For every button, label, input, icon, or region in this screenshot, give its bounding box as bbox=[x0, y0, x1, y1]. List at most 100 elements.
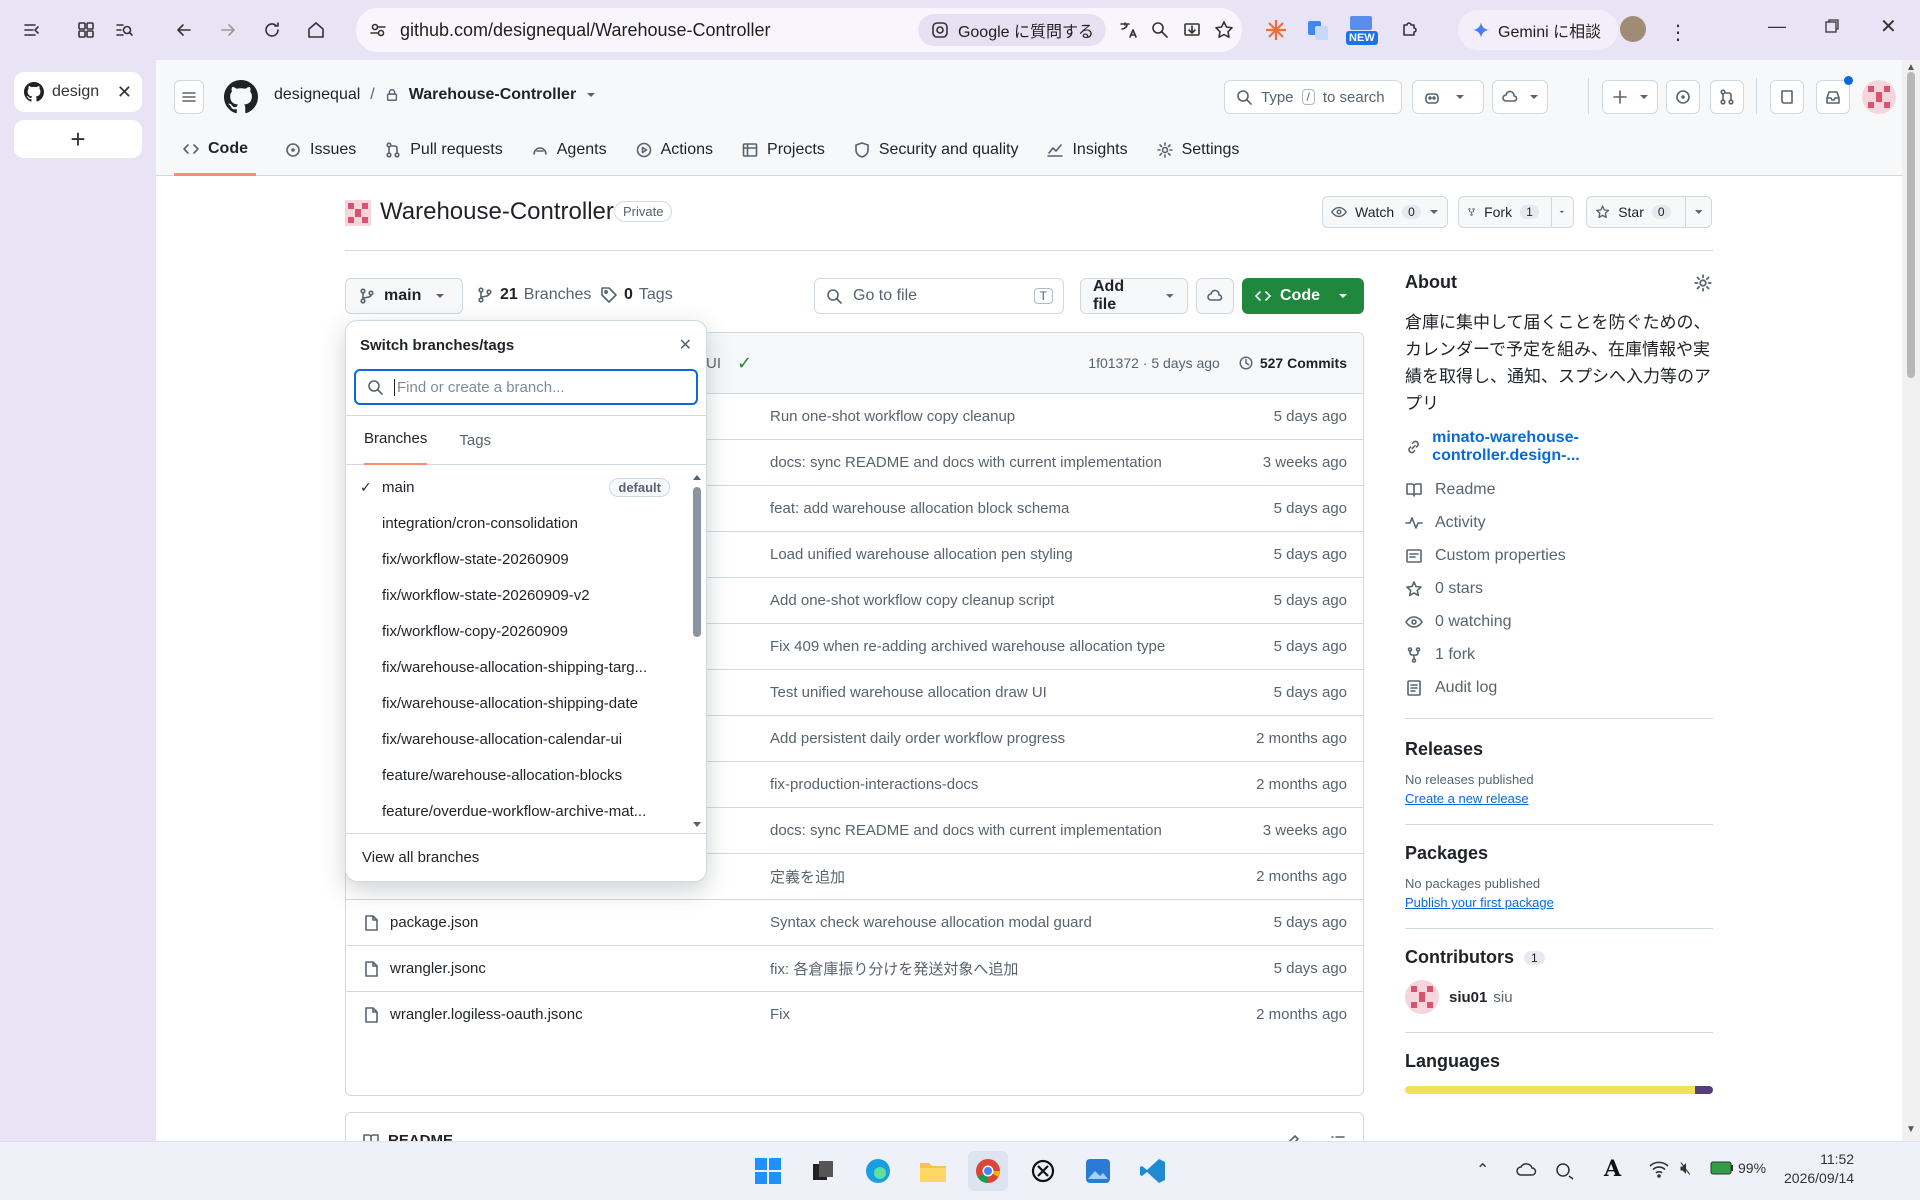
task-view-icon[interactable] bbox=[803, 1151, 843, 1191]
scroll-thumb[interactable] bbox=[693, 487, 701, 637]
readme-link[interactable]: Readme bbox=[1405, 473, 1713, 506]
branch-item[interactable]: feature/overdue-workflow-archive-mat... bbox=[346, 793, 706, 829]
outline-list-icon[interactable] bbox=[1329, 1133, 1347, 1142]
file-commit-message[interactable]: Load unified warehouse allocation pen st… bbox=[770, 546, 1274, 563]
inbox-button[interactable] bbox=[1816, 80, 1850, 114]
install-app-icon[interactable] bbox=[1182, 20, 1202, 40]
tab-groups-icon[interactable] bbox=[76, 20, 96, 40]
owner-link[interactable]: designequal bbox=[274, 86, 360, 104]
table-row[interactable]: package.json Syntax check warehouse alloc… bbox=[346, 899, 1363, 945]
clock[interactable]: 11:52 2026/09/14 bbox=[1784, 1150, 1854, 1188]
commit-message[interactable]: UI bbox=[706, 355, 721, 372]
pull-requests-button[interactable] bbox=[1710, 80, 1744, 114]
forks-link[interactable]: 1 fork bbox=[1405, 638, 1713, 671]
file-commit-message[interactable]: docs: sync README and docs with current … bbox=[770, 454, 1263, 471]
file-explorer-icon[interactable] bbox=[913, 1151, 953, 1191]
codespace-cloud-button[interactable] bbox=[1196, 278, 1234, 314]
file-commit-message[interactable]: Test unified warehouse allocation draw U… bbox=[770, 684, 1274, 701]
file-commit-message[interactable]: docs: sync README and docs with current … bbox=[770, 822, 1263, 839]
copilot-button[interactable] bbox=[1412, 80, 1484, 114]
tab-settings[interactable]: Settings bbox=[1156, 124, 1239, 176]
translate-icon[interactable] bbox=[1118, 20, 1138, 40]
file-commit-message[interactable]: fix: 各倉庫振り分けを発送対象へ追加 bbox=[770, 958, 1274, 979]
pencil-icon[interactable] bbox=[1283, 1133, 1301, 1142]
wifi-icon[interactable] bbox=[1648, 1160, 1670, 1178]
file-name[interactable]: wrangler.logiless-oauth.jsonc bbox=[390, 1006, 583, 1023]
contributors-title[interactable]: Contributors bbox=[1405, 947, 1514, 968]
file-commit-message[interactable]: Syntax check warehouse allocation modal … bbox=[770, 914, 1274, 931]
file-commit-message[interactable]: Run one-shot workflow copy cleanup bbox=[770, 408, 1274, 425]
create-release-link[interactable]: Create a new release bbox=[1405, 791, 1713, 806]
tab-issues[interactable]: Issues bbox=[284, 124, 356, 176]
tab-security[interactable]: Security and quality bbox=[853, 124, 1018, 176]
repo-link[interactable]: Warehouse-Controller bbox=[409, 86, 576, 104]
extension-burst-icon[interactable] bbox=[1264, 18, 1288, 42]
releases-title[interactable]: Releases bbox=[1405, 739, 1713, 760]
close-icon[interactable]: ✕ bbox=[679, 335, 692, 355]
star-button[interactable]: Star 0 bbox=[1586, 196, 1712, 228]
branch-item[interactable]: integration/cron-consolidation bbox=[346, 505, 706, 541]
kebab-menu-icon[interactable]: ⋮ bbox=[1668, 20, 1688, 45]
page-scrollbar[interactable]: ▲ ▼ bbox=[1902, 60, 1920, 1141]
readme-tab[interactable]: README bbox=[362, 1113, 453, 1141]
address-bar[interactable]: github.com/designequal/Warehouse-Control… bbox=[356, 8, 1242, 52]
custom-properties-link[interactable]: Custom properties bbox=[1405, 539, 1713, 572]
repo-title[interactable]: Warehouse-Controller bbox=[380, 198, 614, 226]
file-commit-message[interactable]: 定義を追加 bbox=[770, 866, 1256, 887]
chrome-icon[interactable] bbox=[968, 1151, 1008, 1191]
site-info-icon[interactable] bbox=[368, 20, 388, 40]
file-name[interactable]: wrangler.jsonc bbox=[390, 960, 486, 977]
cloud-menu-button[interactable] bbox=[1492, 80, 1548, 114]
audit-log-link[interactable]: Audit log bbox=[1405, 671, 1713, 704]
tab-insights[interactable]: Insights bbox=[1046, 124, 1128, 176]
url-text[interactable]: github.com/designequal/Warehouse-Control… bbox=[400, 20, 906, 41]
branches-link[interactable]: 21 Branches bbox=[476, 286, 591, 304]
tab-pull-requests[interactable]: Pull requests bbox=[384, 124, 503, 176]
watching-link[interactable]: 0 watching bbox=[1405, 605, 1713, 638]
hamburger-menu-button[interactable] bbox=[174, 80, 204, 114]
new-tab-button[interactable]: + bbox=[14, 120, 142, 158]
vscode-icon[interactable] bbox=[1133, 1151, 1173, 1191]
tab-agents[interactable]: Agents bbox=[531, 124, 607, 176]
tags-link[interactable]: 0 Tags bbox=[600, 286, 673, 304]
collapse-sidebar-icon[interactable] bbox=[22, 20, 42, 40]
fork-button[interactable]: Fork 1 bbox=[1458, 196, 1574, 228]
watch-button[interactable]: Watch 0 bbox=[1322, 196, 1448, 228]
close-tab-icon[interactable]: ✕ bbox=[117, 82, 132, 103]
extension-new-icon[interactable]: NEW bbox=[1346, 14, 1382, 46]
contributor-item[interactable]: siu01 siu bbox=[1405, 980, 1713, 1014]
create-new-button[interactable] bbox=[1602, 80, 1658, 114]
google-ask-button[interactable]: Google に質問する bbox=[917, 14, 1106, 46]
branch-item[interactable]: fix/workflow-state-20260909-v2 bbox=[346, 577, 706, 613]
restore-icon[interactable] bbox=[1824, 18, 1840, 34]
github-logo-icon[interactable] bbox=[224, 80, 258, 114]
add-file-button[interactable]: Add file bbox=[1080, 278, 1188, 314]
repositories-button[interactable] bbox=[1770, 80, 1804, 114]
website-link[interactable]: minato-warehouse-controller.design-... bbox=[1405, 429, 1713, 465]
file-commit-message[interactable]: Add persistent daily order workflow prog… bbox=[770, 730, 1256, 747]
file-commit-message[interactable]: fix-production-interactions-docs bbox=[770, 776, 1256, 793]
google-translate-icon[interactable] bbox=[1306, 18, 1330, 42]
tab-code[interactable]: Code bbox=[174, 124, 256, 176]
chevron-down-icon[interactable] bbox=[1559, 207, 1565, 217]
profile-avatar[interactable] bbox=[1620, 16, 1646, 42]
chatgpt-icon[interactable] bbox=[1023, 1151, 1063, 1191]
dropdown-scrollbar[interactable] bbox=[692, 473, 702, 829]
view-all-branches-link[interactable]: View all branches bbox=[346, 833, 706, 881]
photos-app-icon[interactable] bbox=[1078, 1151, 1118, 1191]
scroll-down-icon[interactable] bbox=[692, 821, 702, 829]
branch-item[interactable]: fix/warehouse-allocation-shipping-targ..… bbox=[346, 649, 706, 685]
back-icon[interactable] bbox=[174, 20, 194, 40]
tab-projects[interactable]: Projects bbox=[741, 124, 825, 176]
branch-item[interactable]: fix/workflow-state-20260909 bbox=[346, 541, 706, 577]
tray-app-icon[interactable] bbox=[1554, 1160, 1576, 1180]
branch-item[interactable]: fix/workflow-copy-20260909 bbox=[346, 613, 706, 649]
chevron-down-icon[interactable] bbox=[1694, 207, 1703, 217]
zoom-icon[interactable] bbox=[1150, 20, 1170, 40]
window-close-icon[interactable]: ✕ bbox=[1880, 14, 1897, 39]
file-commit-message[interactable]: Add one-shot workflow copy cleanup scrip… bbox=[770, 592, 1274, 609]
branch-item[interactable]: feature/warehouse-allocation-blocks bbox=[346, 757, 706, 793]
activity-link[interactable]: Activity bbox=[1405, 506, 1713, 539]
file-name[interactable]: package.json bbox=[390, 914, 478, 931]
battery-indicator[interactable]: 99% bbox=[1710, 1160, 1766, 1176]
